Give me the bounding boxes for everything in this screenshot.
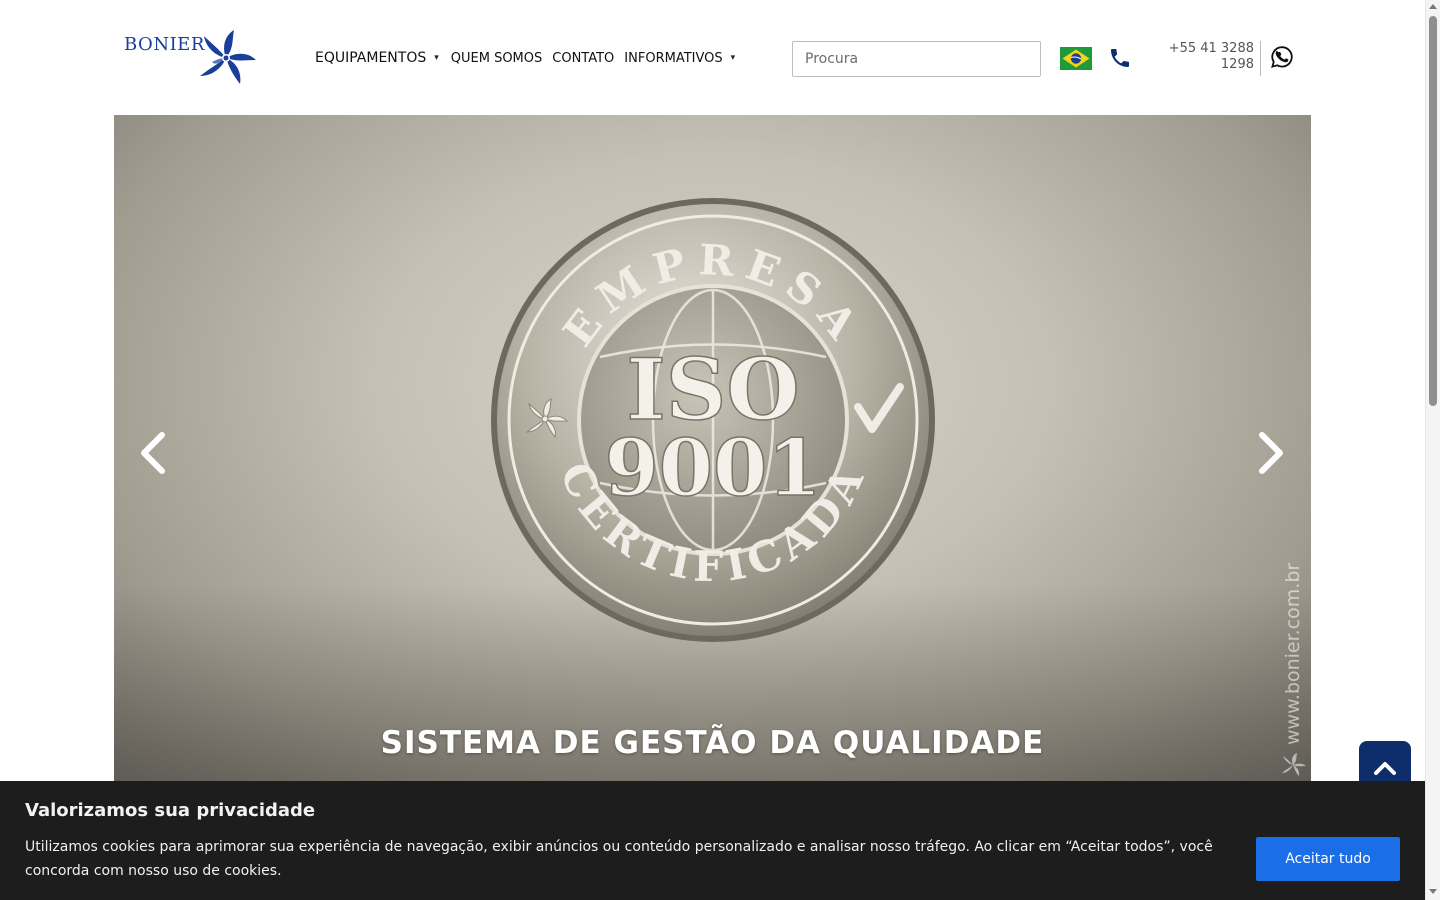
scrollbar-thumb[interactable] <box>1429 16 1437 406</box>
brazil-flag-icon[interactable] <box>1060 47 1092 70</box>
site-header: BONIER EQUIPAMENTOS ▾ QUEM SOMOS CONTATO <box>0 0 1425 115</box>
watermark-text: www.bonier.com.br <box>1282 563 1304 745</box>
chevron-right-icon[interactable] <box>1250 429 1290 477</box>
scroll-down-arrow-icon[interactable] <box>1429 889 1437 894</box>
whatsapp-icon[interactable] <box>1270 45 1294 69</box>
nav-item-informativos[interactable]: INFORMATIVOS ▾ <box>624 51 737 66</box>
hero-carousel[interactable]: EMPRESA ISO 9001 CERTIFICADA www.bonier.… <box>114 115 1311 781</box>
caret-down-icon: ▾ <box>434 53 439 63</box>
scroll-up-arrow-icon[interactable] <box>1429 4 1437 9</box>
seal-center-line2: 9001 <box>604 423 821 514</box>
bonier-logo[interactable]: BONIER <box>124 28 264 90</box>
phone-number[interactable]: +55 41 3288 1298 <box>1140 41 1254 73</box>
cookie-text: Utilizamos cookies para aprimorar sua ex… <box>25 839 1213 879</box>
search-input[interactable] <box>792 41 1041 77</box>
caret-down-icon: ▾ <box>730 53 736 63</box>
cookie-title: Valorizamos sua privacidade <box>25 800 316 821</box>
nav-label: CONTATO <box>552 50 615 66</box>
accept-cookies-button[interactable]: Aceitar tudo <box>1256 837 1400 881</box>
iso-9001-seal-image: EMPRESA ISO 9001 CERTIFICADA <box>491 198 935 642</box>
chevron-up-icon <box>1374 762 1396 775</box>
main-nav: EQUIPAMENTOS ▾ QUEM SOMOS CONTATO INFORM… <box>315 46 747 70</box>
nav-label: QUEM SOMOS <box>450 50 543 66</box>
phone-icon[interactable] <box>1108 46 1132 70</box>
pinwheel-logo-icon <box>200 30 256 84</box>
nav-item-equipamentos[interactable]: EQUIPAMENTOS ▾ <box>315 50 441 66</box>
page-scrollbar[interactable] <box>1425 0 1440 900</box>
nav-item-quem-somos[interactable]: QUEM SOMOS <box>451 51 543 66</box>
nav-label: EQUIPAMENTOS <box>315 50 427 66</box>
chevron-left-icon[interactable] <box>134 429 174 477</box>
divider <box>1260 41 1261 76</box>
nav-item-contato[interactable]: CONTATO <box>552 51 614 66</box>
cookie-banner: Valorizamos sua privacidade Utilizamos c… <box>0 781 1425 900</box>
slide-caption: SISTEMA DE GESTÃO DA QUALIDADE <box>380 725 1045 761</box>
nav-label: INFORMATIVOS <box>624 50 723 66</box>
